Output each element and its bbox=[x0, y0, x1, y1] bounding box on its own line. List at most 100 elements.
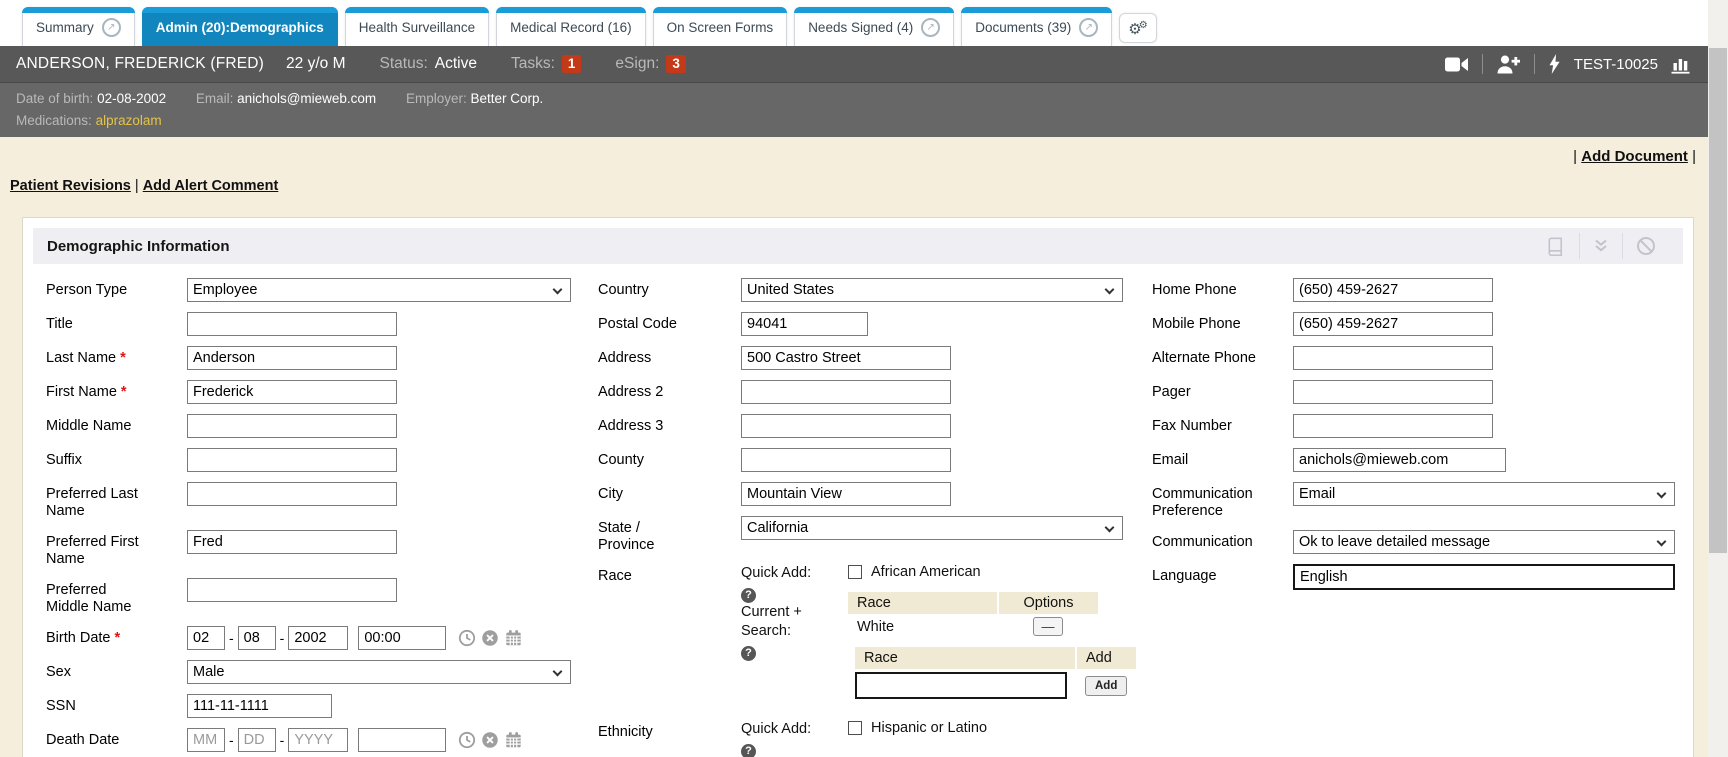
death-time-input[interactable] bbox=[358, 728, 446, 752]
county-label: County bbox=[598, 448, 698, 472]
birth-day-input[interactable] bbox=[238, 626, 276, 650]
communication-select[interactable]: Ok to leave detailed message bbox=[1293, 530, 1675, 554]
communication-preference-select[interactable]: Email bbox=[1293, 482, 1675, 506]
preferred-middle-name-label: Preferred Middle Name bbox=[46, 578, 151, 616]
tab-admin-demographics[interactable]: Admin (20):Demographics bbox=[142, 7, 338, 46]
divider bbox=[1534, 54, 1535, 74]
clock-icon[interactable] bbox=[458, 629, 476, 647]
chevron-down-icon bbox=[1105, 285, 1115, 295]
tasks-count-badge[interactable]: 1 bbox=[562, 55, 582, 73]
african-american-checkbox[interactable] bbox=[848, 565, 862, 579]
african-american-label: African American bbox=[871, 564, 981, 580]
open-external-icon[interactable]: ↗ bbox=[921, 18, 940, 37]
sex-select[interactable]: Male bbox=[187, 660, 571, 684]
clear-date-icon[interactable] bbox=[481, 731, 499, 749]
medications-link[interactable]: alprazolam bbox=[96, 113, 162, 128]
clock-icon[interactable] bbox=[458, 731, 476, 749]
tab-health-surveillance[interactable]: Health Surveillance bbox=[345, 7, 489, 46]
add-column-header: Add bbox=[1076, 647, 1136, 669]
add-alert-comment-link[interactable]: Add Alert Comment bbox=[143, 178, 279, 194]
add-person-icon[interactable] bbox=[1496, 54, 1521, 74]
remove-race-button[interactable]: — bbox=[1033, 617, 1063, 636]
last-name-input[interactable] bbox=[187, 346, 397, 370]
tab-on-screen-forms[interactable]: On Screen Forms bbox=[653, 7, 788, 46]
fax-number-input[interactable] bbox=[1293, 414, 1493, 438]
vertical-scrollbar[interactable] bbox=[1708, 0, 1728, 757]
preferred-last-name-input[interactable] bbox=[187, 482, 397, 506]
ssn-input[interactable] bbox=[187, 694, 332, 718]
middle-name-input[interactable] bbox=[187, 414, 397, 438]
required-marker: * bbox=[121, 384, 127, 400]
city-input[interactable] bbox=[741, 482, 951, 506]
death-year-input[interactable] bbox=[288, 728, 348, 752]
video-call-icon[interactable] bbox=[1445, 56, 1469, 73]
patient-revisions-link[interactable]: Patient Revisions bbox=[10, 178, 131, 194]
pager-input[interactable] bbox=[1293, 380, 1493, 404]
open-external-icon[interactable]: ↗ bbox=[1079, 18, 1098, 37]
open-external-icon[interactable]: ↗ bbox=[102, 18, 121, 37]
address2-label: Address 2 bbox=[598, 380, 698, 404]
quick-action-lightning-icon[interactable] bbox=[1548, 54, 1561, 74]
disable-circle-slash-icon[interactable] bbox=[1623, 236, 1669, 256]
help-icon[interactable]: ? bbox=[741, 646, 756, 661]
tab-needs-signed[interactable]: Needs Signed (4) ↗ bbox=[794, 7, 954, 46]
clear-date-icon[interactable] bbox=[481, 629, 499, 647]
bar-chart-icon[interactable] bbox=[1671, 55, 1692, 74]
help-icon[interactable]: ? bbox=[741, 744, 756, 757]
hispanic-latino-checkbox[interactable] bbox=[848, 721, 862, 735]
form-column-identity: Person Type Employee Title Last Name* Fi… bbox=[46, 278, 598, 757]
address-input[interactable] bbox=[741, 346, 951, 370]
death-date-label: Death Date bbox=[46, 728, 151, 752]
tab-medical-record[interactable]: Medical Record (16) bbox=[496, 7, 646, 46]
preferred-middle-name-input[interactable] bbox=[187, 578, 397, 602]
panel-title: Demographic Information bbox=[47, 238, 230, 255]
scrollbar-thumb[interactable] bbox=[1709, 48, 1727, 553]
table-row: White — bbox=[848, 614, 1098, 638]
home-phone-input[interactable] bbox=[1293, 278, 1493, 302]
tab-documents[interactable]: Documents (39) ↗ bbox=[961, 7, 1112, 46]
birth-date-label: Birth Date* bbox=[46, 626, 151, 650]
state-province-select[interactable]: California bbox=[741, 516, 1123, 540]
email-label: Email: bbox=[196, 91, 234, 106]
mobile-phone-input[interactable] bbox=[1293, 312, 1493, 336]
death-day-input[interactable] bbox=[238, 728, 276, 752]
add-race-button[interactable]: Add bbox=[1085, 676, 1127, 696]
chart-id[interactable]: TEST-10025 bbox=[1574, 56, 1658, 73]
add-document-link[interactable]: Add Document bbox=[1581, 148, 1688, 165]
language-input[interactable] bbox=[1293, 564, 1675, 590]
tab-summary[interactable]: Summary ↗ bbox=[22, 7, 135, 46]
person-type-select[interactable]: Employee bbox=[187, 278, 571, 302]
postal-code-input[interactable] bbox=[741, 312, 868, 336]
required-marker: * bbox=[114, 630, 120, 646]
title-label: Title bbox=[46, 312, 151, 336]
death-month-input[interactable] bbox=[187, 728, 225, 752]
first-name-label: First Name* bbox=[46, 380, 151, 404]
alternate-phone-input[interactable] bbox=[1293, 346, 1493, 370]
birth-year-input[interactable] bbox=[288, 626, 348, 650]
county-input[interactable] bbox=[741, 448, 951, 472]
esign-count-badge[interactable]: 3 bbox=[666, 55, 686, 73]
address-label: Address bbox=[598, 346, 698, 370]
help-icon[interactable]: ? bbox=[741, 588, 756, 603]
calendar-icon[interactable] bbox=[504, 629, 523, 647]
address3-input[interactable] bbox=[741, 414, 951, 438]
collapse-double-chevron-icon[interactable] bbox=[1580, 239, 1622, 253]
first-name-input[interactable] bbox=[187, 380, 397, 404]
birth-month-input[interactable] bbox=[187, 626, 225, 650]
race-search-input[interactable] bbox=[855, 672, 1067, 699]
country-select[interactable]: United States bbox=[741, 278, 1123, 302]
address2-input[interactable] bbox=[741, 380, 951, 404]
email-value: anichols@mieweb.com bbox=[237, 91, 376, 106]
home-phone-label: Home Phone bbox=[1152, 278, 1262, 302]
title-input[interactable] bbox=[187, 312, 397, 336]
calendar-icon[interactable] bbox=[504, 731, 523, 749]
suffix-input[interactable] bbox=[187, 448, 397, 472]
birth-time-input[interactable] bbox=[358, 626, 446, 650]
pager-label: Pager bbox=[1152, 380, 1262, 404]
tab-settings-button[interactable]: ⚙⚙ bbox=[1119, 13, 1156, 43]
patient-name: ANDERSON, FREDERICK (FRED) bbox=[16, 55, 264, 73]
email-input[interactable] bbox=[1293, 448, 1506, 472]
journal-icon[interactable] bbox=[1532, 236, 1579, 256]
preferred-first-name-input[interactable] bbox=[187, 530, 397, 554]
country-label: Country bbox=[598, 278, 698, 302]
